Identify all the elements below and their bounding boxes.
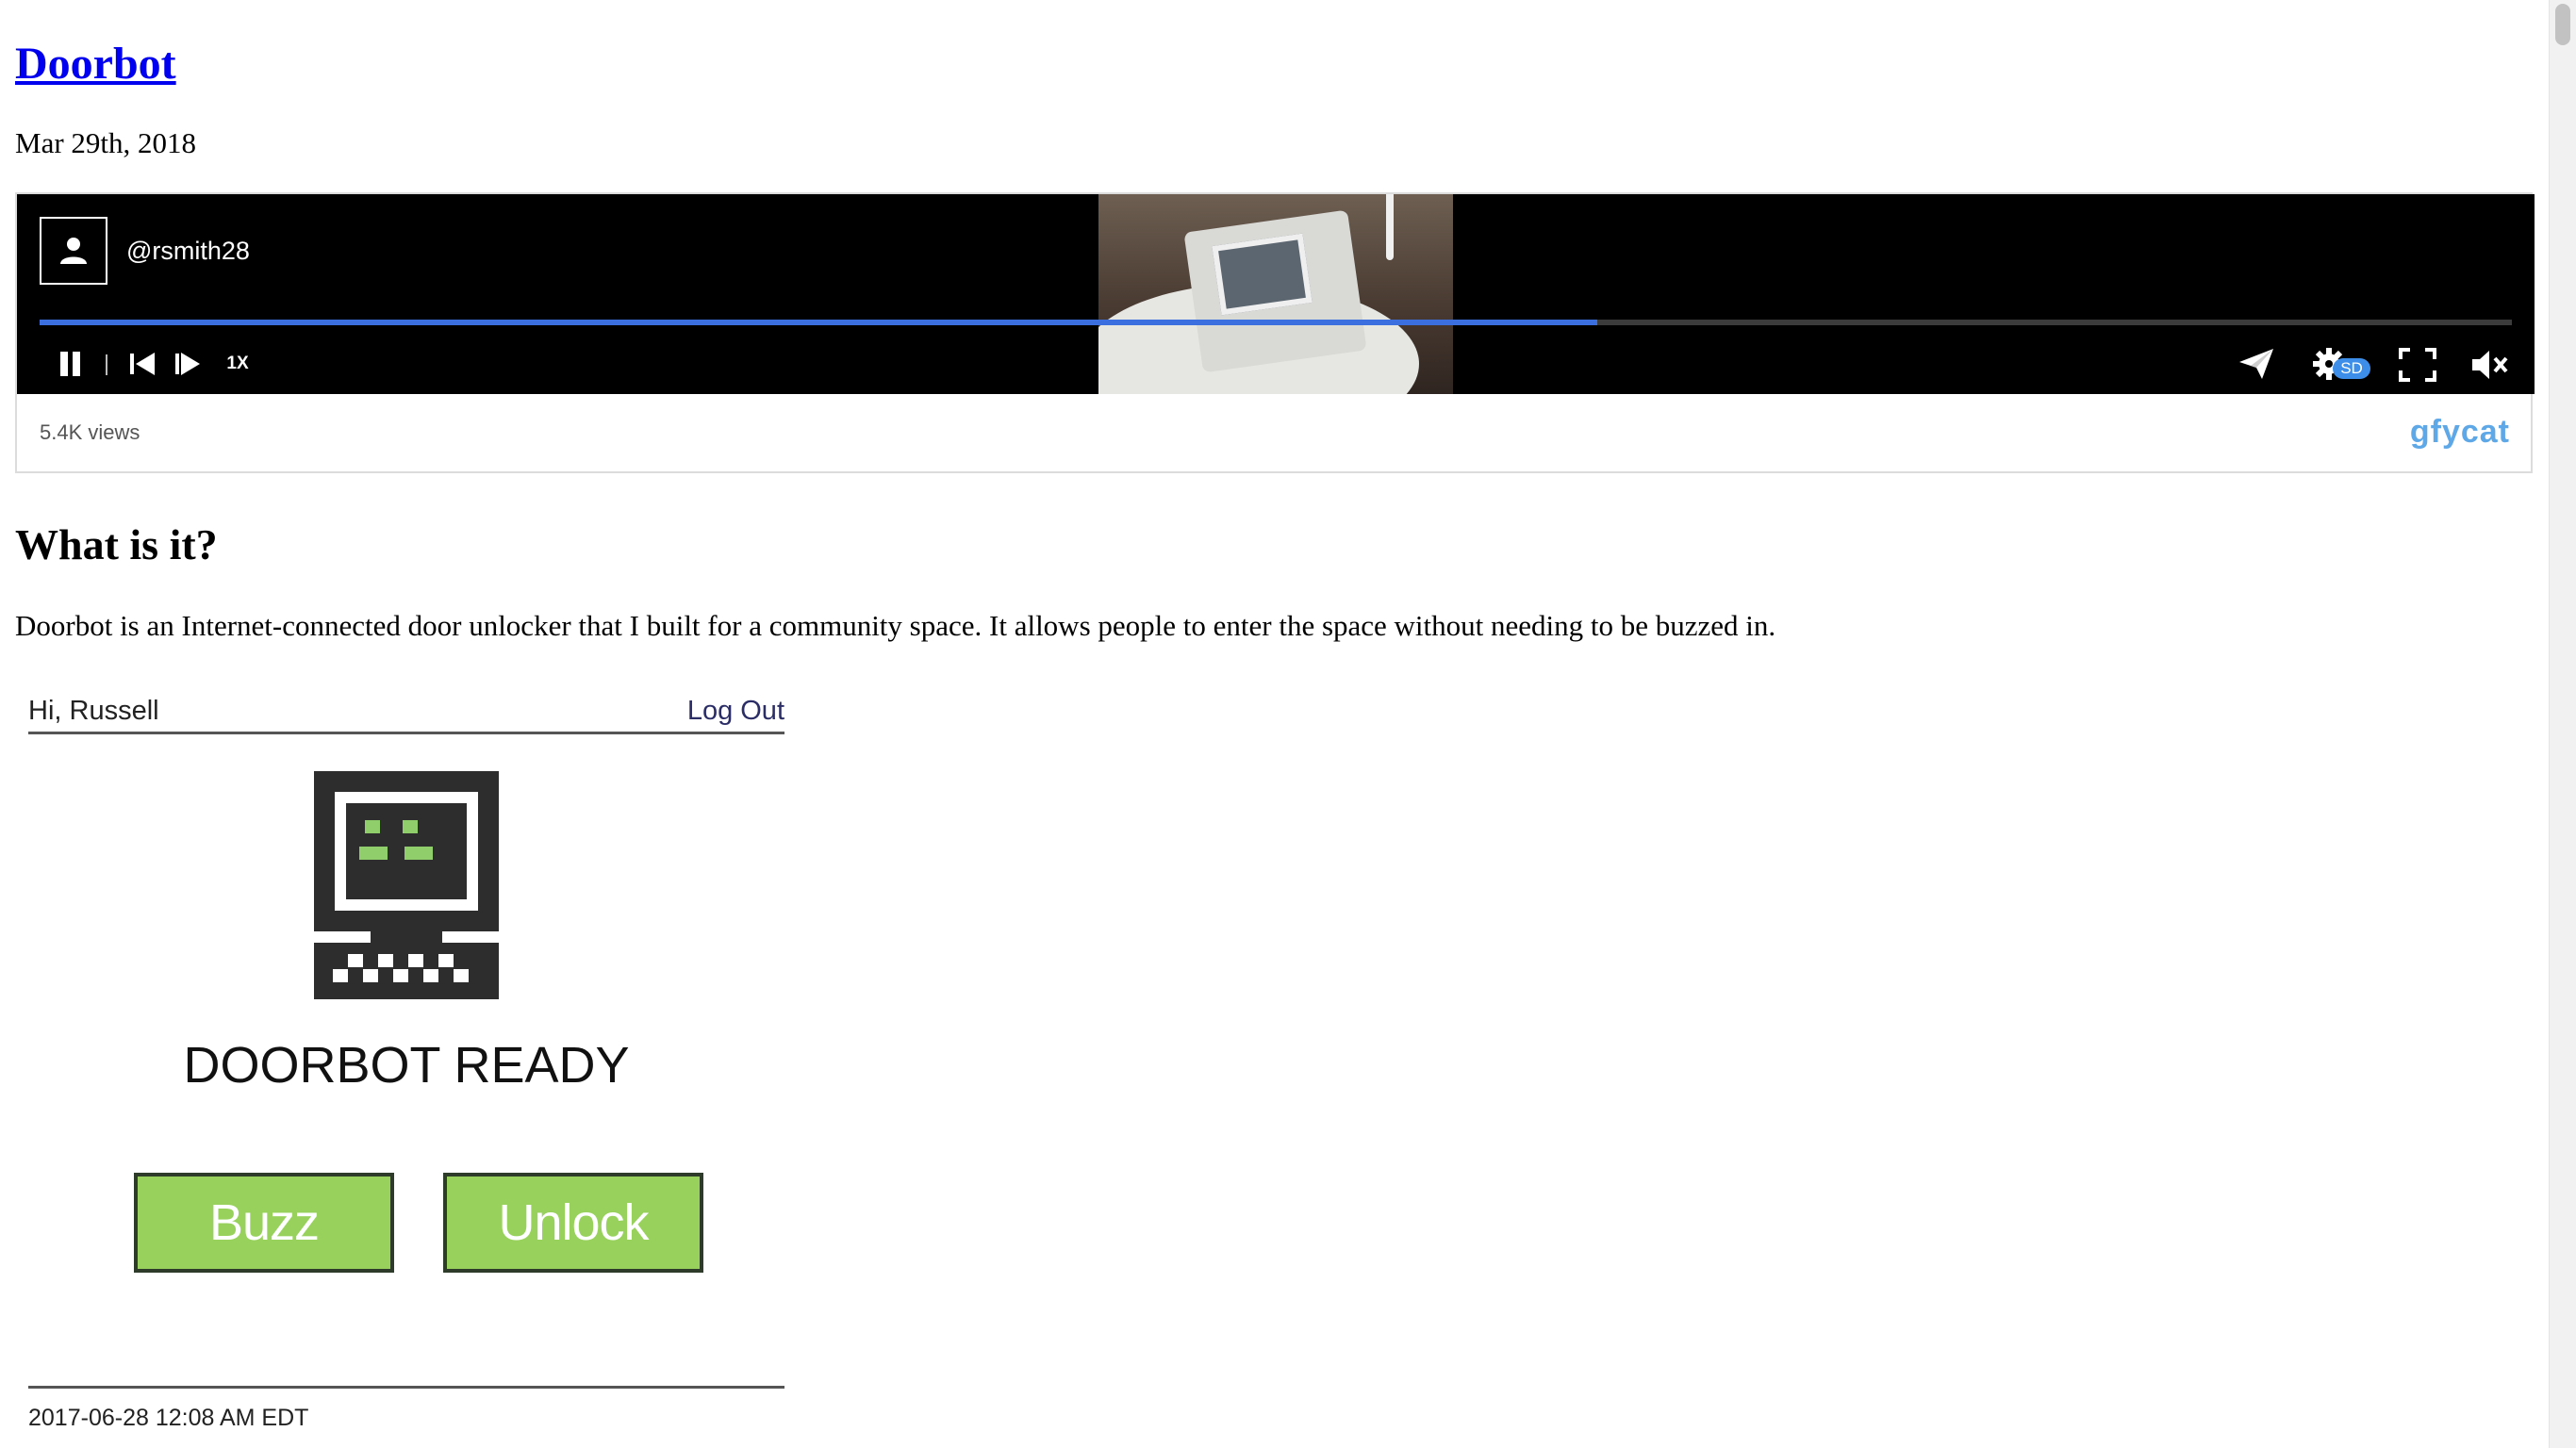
buzz-button[interactable]: Buzz — [134, 1173, 394, 1273]
player-footer: 5.4K views gfycat — [17, 394, 2531, 471]
unlock-button[interactable]: Unlock — [443, 1173, 703, 1273]
step-forward-icon — [175, 353, 200, 375]
control-divider — [106, 354, 107, 375]
scrollbar-thumb[interactable] — [2555, 4, 2570, 45]
step-forward-button[interactable] — [172, 349, 204, 379]
pause-button[interactable] — [55, 347, 87, 381]
page-scrollbar[interactable] — [2549, 0, 2576, 1448]
share-icon — [2239, 349, 2273, 379]
share-button[interactable] — [2235, 343, 2278, 385]
video-area[interactable]: @rsmith28 1X SD — [17, 194, 2535, 394]
quality-badge: SD — [2333, 358, 2370, 379]
doorbot-timestamp: 2017-06-28 12:08 AM EDT — [28, 1405, 309, 1431]
post-title: Doorbot — [15, 34, 176, 94]
step-back-icon — [130, 353, 155, 375]
doorbot-status: DOORBOT READY — [183, 1037, 630, 1094]
settings-button[interactable]: SD — [2310, 343, 2378, 385]
post-title-link[interactable]: Doorbot — [15, 39, 176, 89]
doorbot-header: Hi, Russell Log Out — [28, 690, 784, 734]
mute-button[interactable] — [2469, 345, 2512, 385]
greeting-text: Hi, Russell — [28, 696, 159, 726]
video-player: @rsmith28 1X SD 5.4K views gfycat — [15, 192, 2535, 473]
user-icon — [60, 238, 87, 264]
gfycat-logo[interactable]: gfycat — [2410, 413, 2510, 451]
intro-paragraph: Doorbot is an Internet-connected door un… — [15, 609, 1776, 642]
logout-link[interactable]: Log Out — [687, 690, 784, 732]
robot-computer-icon — [314, 771, 499, 999]
doorbot-ui-screenshot: Hi, Russell Log Out DOORBOT READY Buzz U… — [28, 679, 798, 1448]
view-count: 5.4K views — [40, 420, 140, 444]
section-heading: What is it? — [15, 520, 218, 568]
post-date: Mar 29th, 2018 — [15, 126, 197, 159]
progress-bar[interactable] — [40, 320, 2512, 325]
pause-icon — [60, 352, 80, 376]
playback-speed-button[interactable]: 1X — [219, 351, 256, 377]
progress-fill — [40, 320, 1597, 325]
username-label[interactable]: @rsmith28 — [126, 236, 250, 266]
footer-divider — [28, 1386, 784, 1389]
video-frame — [1098, 194, 1453, 394]
fullscreen-button[interactable] — [2397, 345, 2438, 385]
mute-icon — [2472, 351, 2508, 379]
fullscreen-icon — [2399, 348, 2436, 382]
user-avatar[interactable] — [40, 217, 107, 285]
step-back-button[interactable] — [126, 349, 158, 379]
